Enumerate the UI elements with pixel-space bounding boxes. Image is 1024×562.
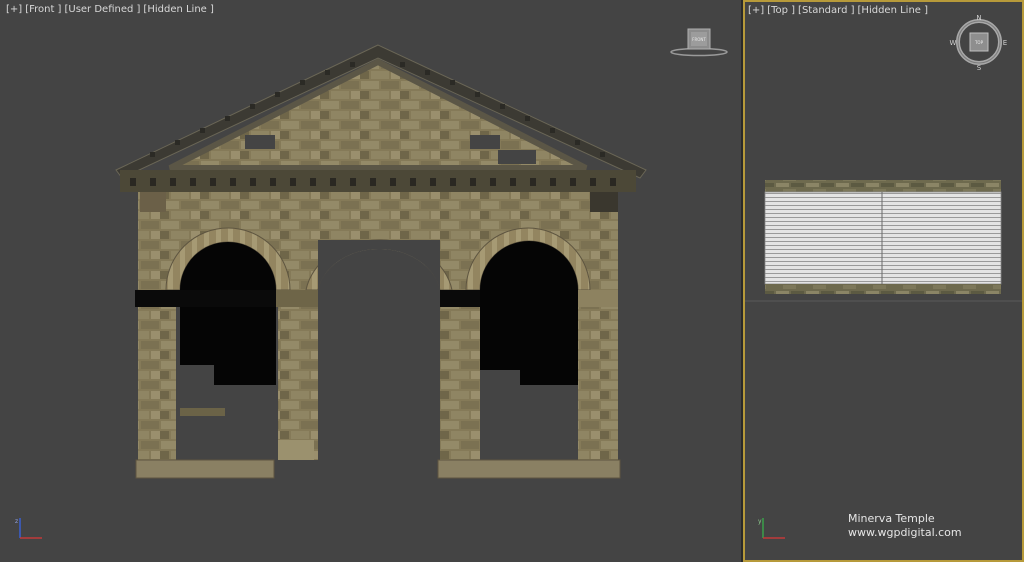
left-arch-void [180,242,276,385]
svg-text:y: y [758,518,762,525]
plan-front-edge [765,180,1001,192]
plan-back-edge [765,284,1001,294]
watermark-title: Minerva Temple [848,512,935,525]
temple-top-model [745,180,1022,302]
entablature [120,170,636,192]
watermark: Minerva Temple www.wgpdigital.com [848,512,962,540]
temple-front-model [115,44,647,479]
front-viewport[interactable]: [+] [Front ] [User Defined ] [Hidden Line ]… [0,0,741,562]
right-arch-void [480,241,578,385]
top-viewport[interactable]: [+] [Top ] [Standard ] [Hidden Line ] TOP N… [743,0,1024,562]
plan-roof [764,191,1002,285]
axis-gizmo-icon: y [758,518,785,539]
axis-gizmo-icon: z [15,518,42,539]
center-arch-opening [318,248,440,478]
watermark-url: www.wgpdigital.com [848,526,962,539]
plinth [135,459,275,479]
svg-text:z: z [15,518,18,525]
